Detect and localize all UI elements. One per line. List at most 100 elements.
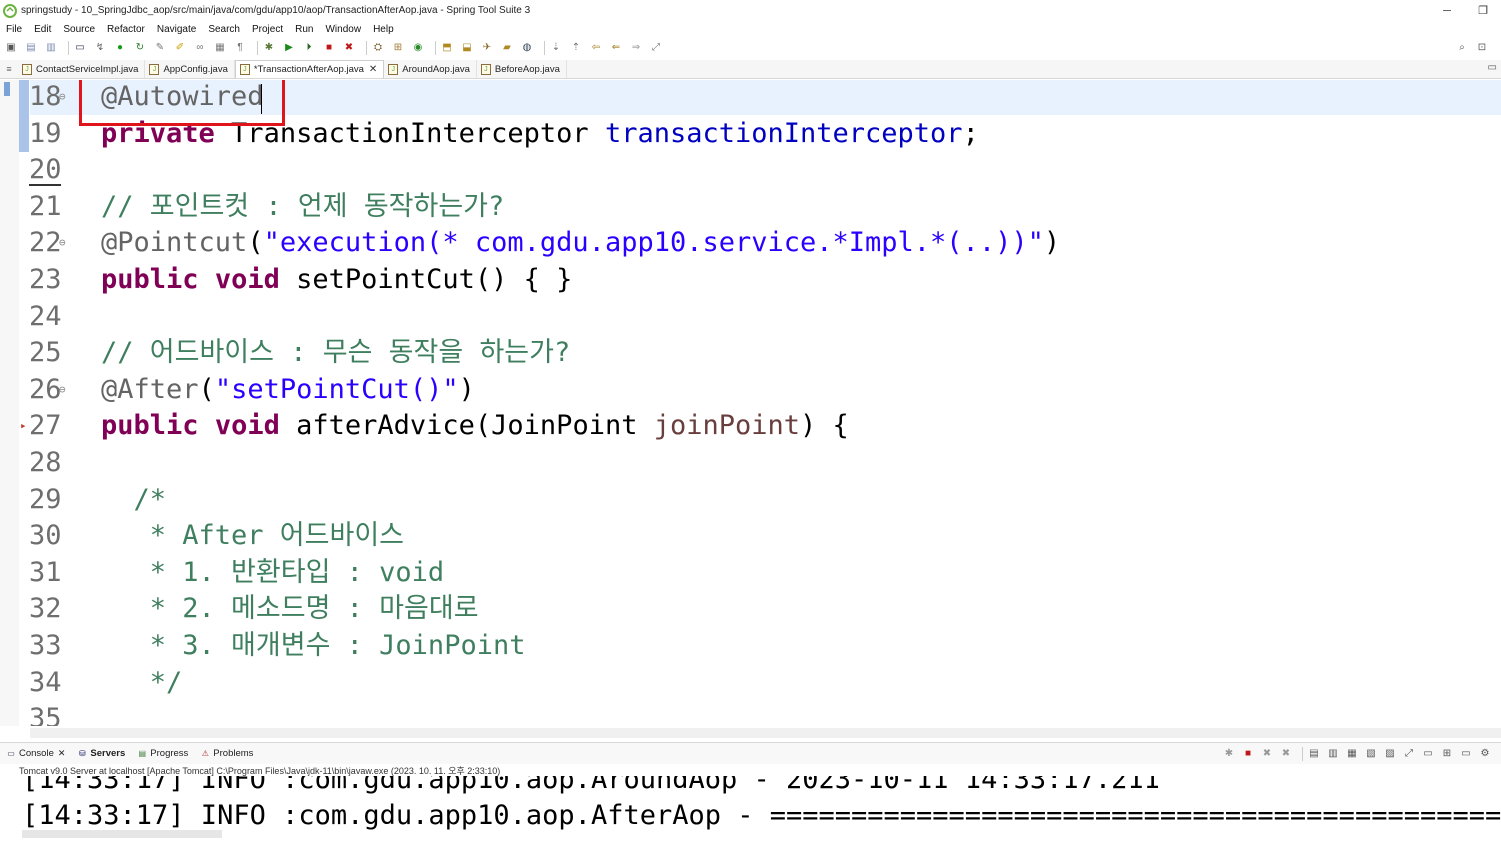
- debug-server-icon[interactable]: ✱: [1222, 747, 1236, 761]
- pin-editor-icon[interactable]: ⤢: [649, 41, 663, 55]
- tab-beforeaop[interactable]: J BeforeAop.java: [477, 60, 567, 78]
- search-icon[interactable]: ⌕: [1455, 41, 1469, 55]
- next-annotation-icon[interactable]: ⇣: [549, 41, 563, 55]
- refresh-icon[interactable]: ↻: [133, 41, 147, 55]
- tab-progress[interactable]: ▤ Progress: [137, 748, 189, 759]
- link-icon[interactable]: ∞: [193, 41, 207, 55]
- display-console-icon[interactable]: ▭: [1421, 747, 1435, 761]
- code-text: public void afterAdvice(JoinPoint joinPo…: [101, 407, 849, 444]
- tab-problems[interactable]: ⚠ Problems: [200, 748, 254, 759]
- save-all-icon[interactable]: ▥: [44, 41, 58, 55]
- show-list-icon[interactable]: ≡: [0, 59, 18, 78]
- remove-all-icon[interactable]: ✖: [1279, 747, 1293, 761]
- menu-help[interactable]: Help: [373, 24, 394, 35]
- terminal-icon[interactable]: ▭: [73, 41, 87, 55]
- whitespace-icon[interactable]: ¶: [233, 41, 247, 55]
- new-icon[interactable]: ▣: [4, 41, 18, 55]
- override-marker-icon[interactable]: ▸: [20, 407, 27, 444]
- minimize-button[interactable]: ─: [1429, 0, 1465, 21]
- save-icon[interactable]: ▤: [24, 41, 38, 55]
- tab-menu-icon[interactable]: ▭: [1488, 62, 1497, 73]
- code-token: ;: [962, 117, 979, 149]
- menu-project[interactable]: Project: [252, 24, 283, 35]
- console-horizontal-scrollbar[interactable]: [22, 830, 222, 838]
- fold-toggle-icon[interactable]: ⊖: [59, 371, 66, 408]
- text-caret: [261, 84, 262, 114]
- settings-icon[interactable]: ⚙: [1478, 747, 1492, 761]
- menu-source[interactable]: Source: [63, 24, 95, 35]
- open-task-icon[interactable]: ⬓: [460, 41, 474, 55]
- menu-refactor[interactable]: Refactor: [107, 24, 145, 35]
- remove-launch-icon[interactable]: ✖: [1260, 747, 1274, 761]
- tab-appconfig[interactable]: J AppConfig.java: [145, 60, 235, 78]
- boot-dashboard-icon[interactable]: ●: [113, 41, 127, 55]
- editor-horizontal-scrollbar[interactable]: [30, 728, 1501, 738]
- debug-icon[interactable]: ✱: [262, 41, 276, 55]
- disconnect-icon[interactable]: ✖: [342, 41, 356, 55]
- close-icon[interactable]: ✕: [369, 64, 377, 75]
- skip-breakpoints-icon[interactable]: ↯: [93, 41, 107, 55]
- run-icon[interactable]: ▶: [282, 41, 296, 55]
- line-number: 30: [29, 520, 62, 552]
- tab-console[interactable]: ▭ Console ✕: [6, 748, 65, 759]
- code-line: 34 */: [0, 664, 1501, 701]
- code-token: * 2. 메소드명 : 마음대로: [101, 593, 479, 625]
- main-toolbar: ▣ ▤ ▥ ▭ ↯ ● ↻ ✎ ✐ ∞ ▦ ¶ ✱ ▶ ⏵ ■ ✖ ⛭ ⊞ ◉ …: [0, 37, 1501, 59]
- code-text: // 포인트컷 : 언제 동작하는가?: [101, 188, 504, 225]
- toolbar-separator: [544, 41, 545, 55]
- pin-console-icon[interactable]: ⤢: [1402, 747, 1416, 761]
- forward-icon[interactable]: ⇒: [629, 41, 643, 55]
- line-number: 31: [29, 556, 62, 588]
- minimize-view-icon[interactable]: ▭: [1459, 747, 1473, 761]
- tab-transactionafteraop[interactable]: J *TransactionAfterAop.java ✕: [234, 60, 385, 78]
- restore-button[interactable]: ❐: [1465, 0, 1501, 21]
- code-token: public: [101, 410, 199, 442]
- close-icon[interactable]: ✕: [58, 748, 66, 759]
- menu-navigate[interactable]: Navigate: [157, 24, 196, 35]
- stop-icon[interactable]: ■: [322, 41, 336, 55]
- menu-search[interactable]: Search: [208, 24, 240, 35]
- code-token: (: [247, 227, 264, 259]
- prev-annotation-icon[interactable]: ⇡: [569, 41, 583, 55]
- code-token: "setPointCut()": [214, 373, 459, 405]
- perspective-icon[interactable]: ⊡: [1475, 41, 1489, 55]
- clear-console-icon[interactable]: ▤: [1307, 747, 1321, 761]
- tab-label: Problems: [213, 748, 254, 759]
- terminate-icon[interactable]: ■: [1241, 747, 1255, 761]
- tab-aroundaop[interactable]: J AroundAop.java: [384, 60, 477, 78]
- code-token: (: [198, 373, 215, 405]
- show-stdout-icon[interactable]: ▧: [1364, 747, 1378, 761]
- tab-contactserviceimpl[interactable]: J ContactServiceImpl.java: [18, 60, 146, 78]
- menu-window[interactable]: Window: [325, 24, 361, 35]
- fold-toggle-icon[interactable]: ⊖: [59, 224, 66, 261]
- open-type-icon[interactable]: ⬒: [440, 41, 454, 55]
- console-line: [14:33:17] INFO :com.gdu.app10.aop.After…: [22, 800, 1501, 831]
- back-icon[interactable]: ⇐: [609, 41, 623, 55]
- scroll-lock-icon[interactable]: ▥: [1326, 747, 1340, 761]
- open-console-icon[interactable]: ⊞: [1440, 747, 1454, 761]
- show-stderr-icon[interactable]: ▨: [1383, 747, 1397, 761]
- web-browser-icon[interactable]: ◍: [520, 41, 534, 55]
- word-wrap-icon[interactable]: ▦: [1345, 747, 1359, 761]
- menu-run[interactable]: Run: [295, 24, 313, 35]
- pin-icon[interactable]: ✎: [153, 41, 167, 55]
- open-folder-icon[interactable]: ▰: [500, 41, 514, 55]
- block-selection-icon[interactable]: ▦: [213, 41, 227, 55]
- console-output[interactable]: [14:33:17] INFO :com.gdu.app10.aop.Aroun…: [0, 776, 1501, 844]
- new-class-icon[interactable]: ◉: [411, 41, 425, 55]
- new-package-icon[interactable]: ⊞: [391, 41, 405, 55]
- last-edit-icon[interactable]: ⇦: [589, 41, 603, 55]
- search-toolbar-icon[interactable]: ✈: [480, 41, 494, 55]
- tab-label: Servers: [90, 748, 126, 759]
- code-editor[interactable]: 18 ⊖ @Autowired 19 private TransactionInterc…: [0, 80, 1501, 726]
- run-external-icon[interactable]: ⏵: [302, 41, 316, 55]
- code-token: */: [101, 666, 183, 698]
- highlight-icon[interactable]: ✐: [173, 41, 187, 55]
- menu-file[interactable]: File: [6, 24, 22, 35]
- code-token: @Pointcut: [101, 227, 248, 259]
- tab-servers[interactable]: ⛁ Servers: [77, 748, 125, 759]
- menu-edit[interactable]: Edit: [34, 24, 51, 35]
- new-server-icon[interactable]: ⛭: [371, 41, 385, 55]
- fold-toggle-icon[interactable]: ⊖: [59, 80, 66, 115]
